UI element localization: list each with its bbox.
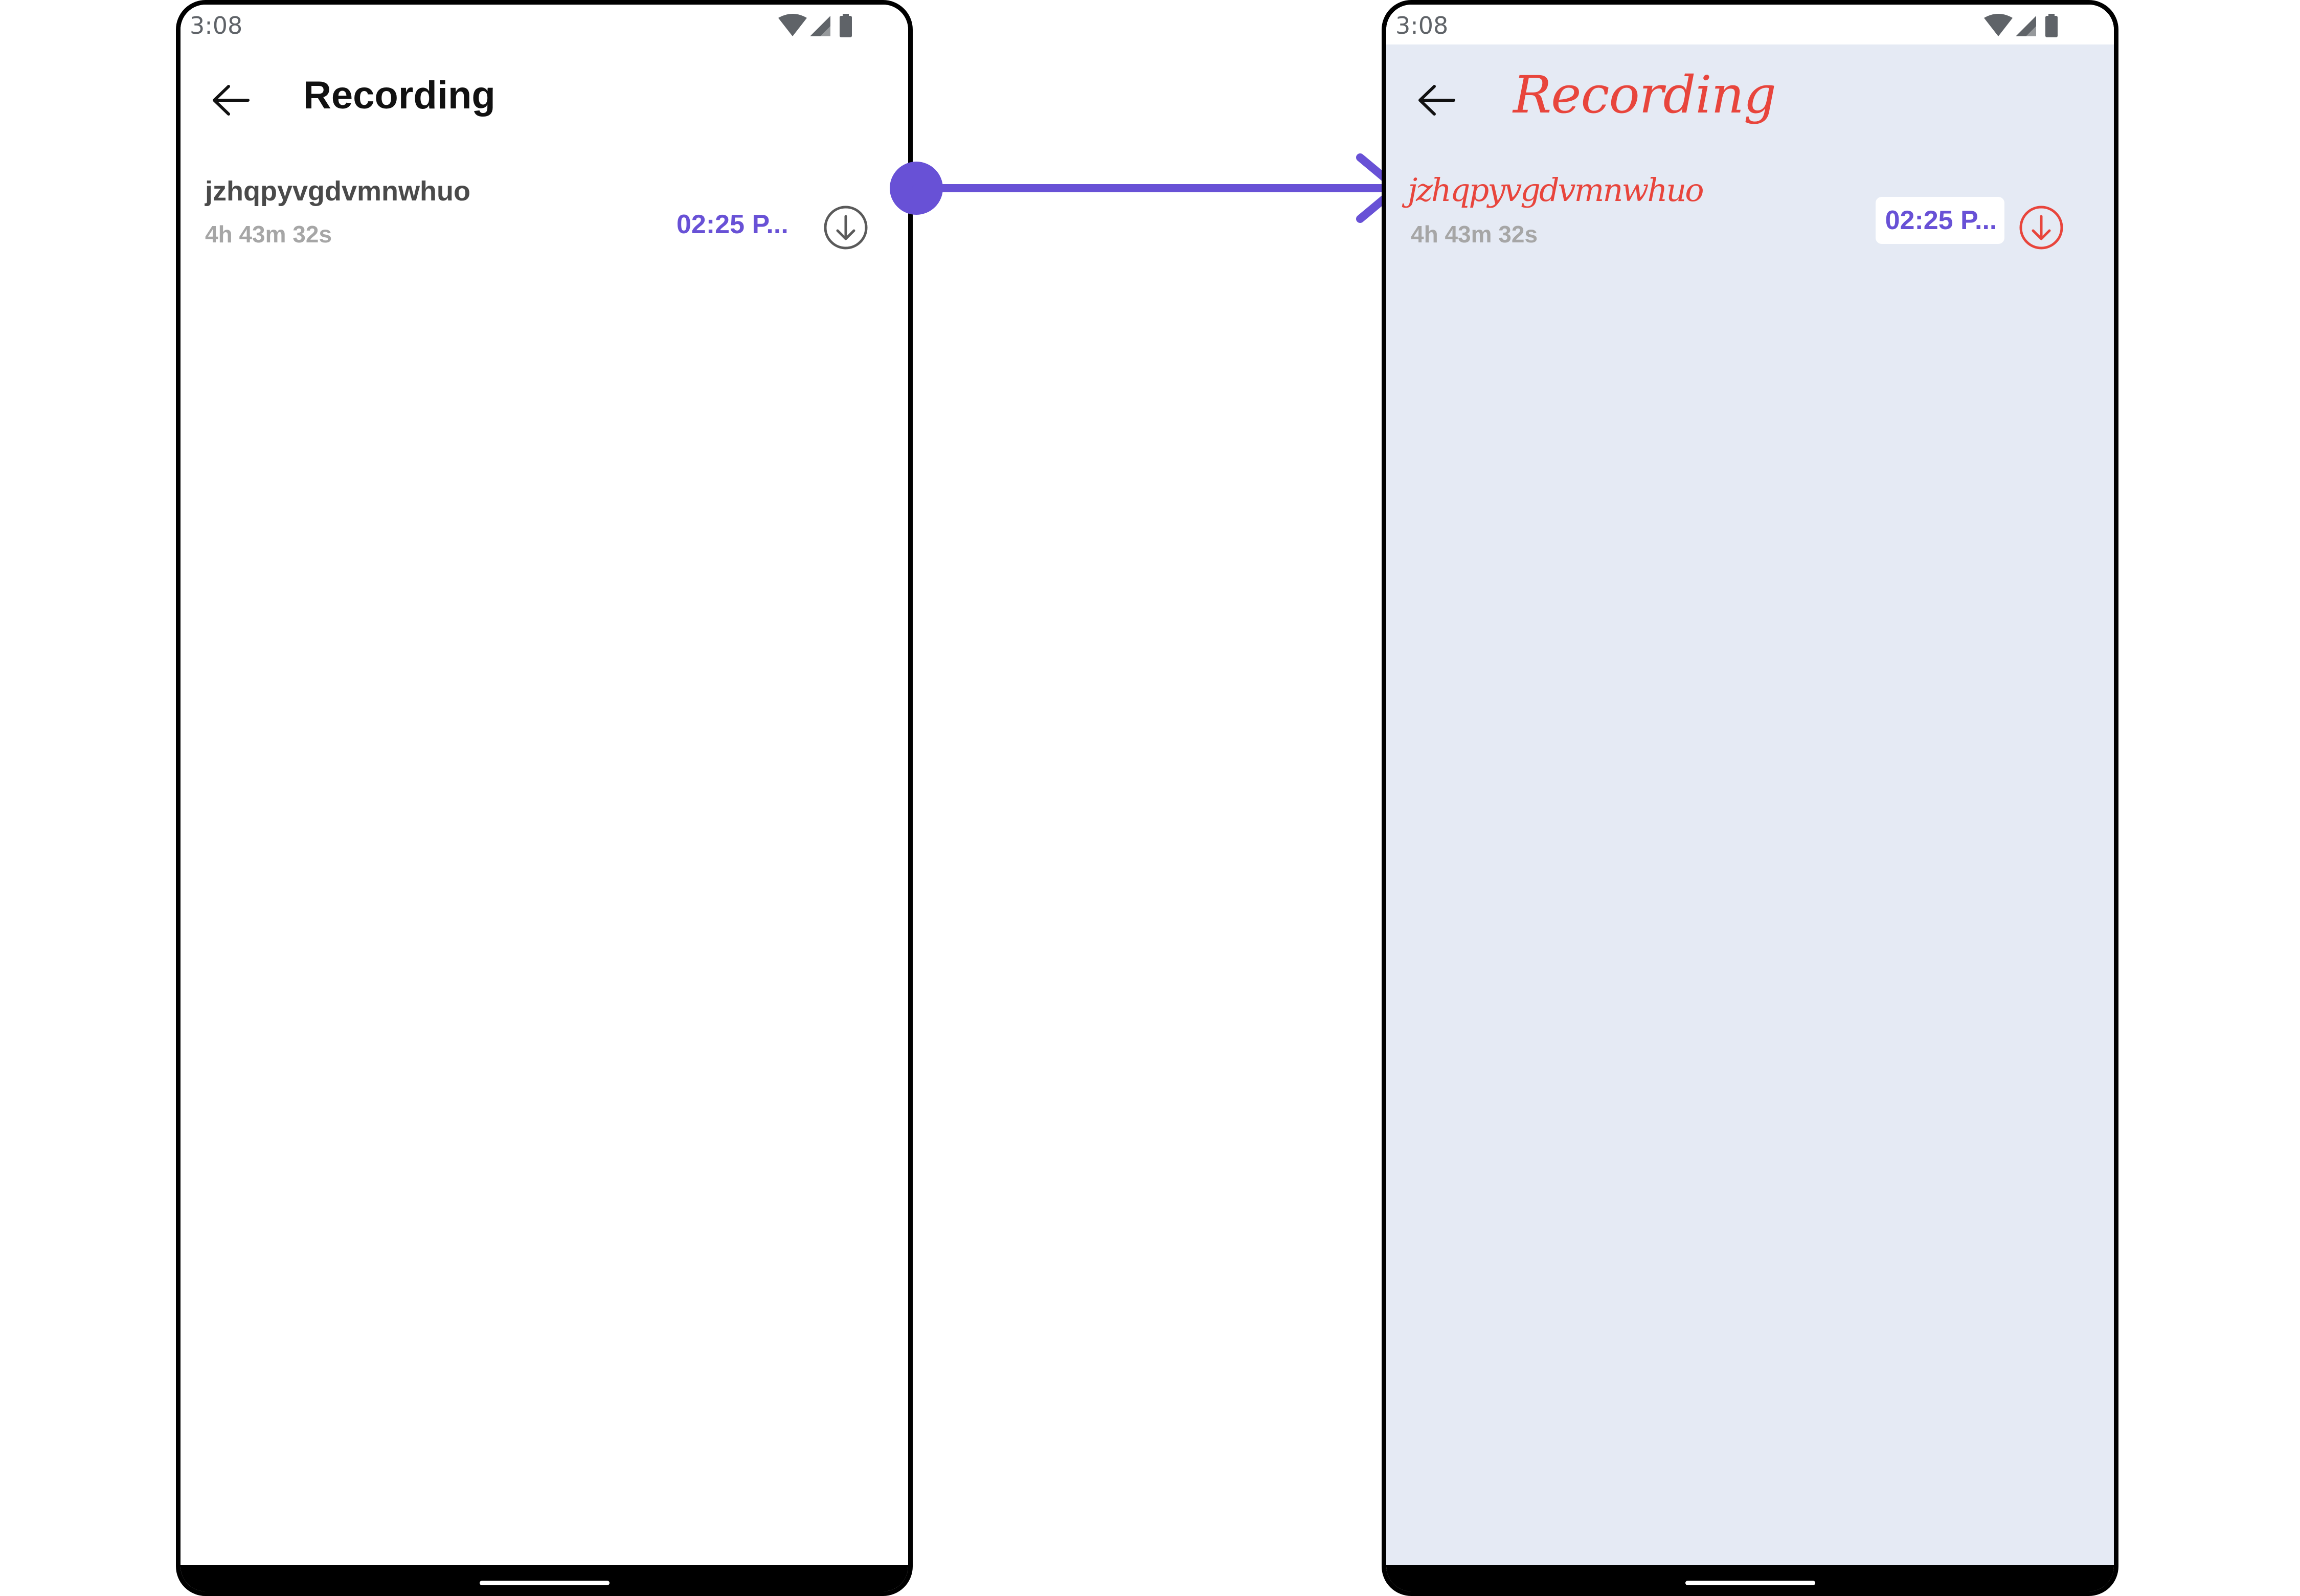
- navigation-bar: [1386, 1565, 2114, 1591]
- battery-icon: [2045, 14, 2058, 37]
- arrow-left-icon[interactable]: [1414, 77, 1460, 123]
- wifi-icon: [1984, 14, 2013, 36]
- recording-time: 02:25 P...: [1876, 197, 2004, 244]
- status-bar: 3:08: [1386, 5, 2114, 44]
- download-circle-icon[interactable]: [821, 203, 870, 252]
- status-time: 3:08: [1395, 12, 1449, 39]
- recording-duration: 4h 43m 32s: [205, 221, 332, 248]
- page-title: Recording: [1513, 65, 1776, 125]
- page-title: Recording: [303, 74, 495, 117]
- status-bar: 3:08: [181, 5, 908, 44]
- customized-phone-screen: 3:08 Recording jzhqpyvgdvmnwhuo 4h 43m 3…: [1382, 0, 2118, 1596]
- arrow-right-icon: [890, 153, 1401, 223]
- status-icons: [778, 14, 852, 37]
- recording-time: 02:25 P...: [677, 210, 788, 239]
- status-icons: [1984, 14, 2058, 37]
- home-indicator[interactable]: [1685, 1581, 1815, 1585]
- home-indicator[interactable]: [479, 1581, 610, 1585]
- recording-name: jzhqpyvgdvmnwhuo: [205, 176, 470, 207]
- screen-body: Recording jzhqpyvgdvmnwhuo 4h 43m 32s 02…: [181, 44, 908, 1565]
- download-circle-icon[interactable]: [2017, 203, 2066, 252]
- recording-name: jzhqpyvgdvmnwhuo: [1408, 171, 1704, 209]
- battery-icon: [840, 14, 852, 37]
- recording-list-item[interactable]: jzhqpyvgdvmnwhuo 4h 43m 32s 02:25 P...: [181, 172, 908, 300]
- signal-icon: [810, 16, 830, 36]
- wifi-icon: [778, 14, 807, 36]
- default-phone-screen: 3:08 Recording jzhqpyvgdvmnwhuo 4h 43m 3…: [176, 0, 913, 1596]
- recording-list-item[interactable]: jzhqpyvgdvmnwhuo 4h 43m 32s 02:25 P...: [1386, 171, 2114, 300]
- navigation-bar: [181, 1565, 908, 1591]
- arrow-left-icon[interactable]: [208, 77, 254, 123]
- screen-body: Recording jzhqpyvgdvmnwhuo 4h 43m 32s 02…: [1386, 44, 2114, 1565]
- recording-duration: 4h 43m 32s: [1411, 221, 1538, 248]
- status-time: 3:08: [190, 12, 243, 39]
- signal-icon: [2016, 16, 2036, 36]
